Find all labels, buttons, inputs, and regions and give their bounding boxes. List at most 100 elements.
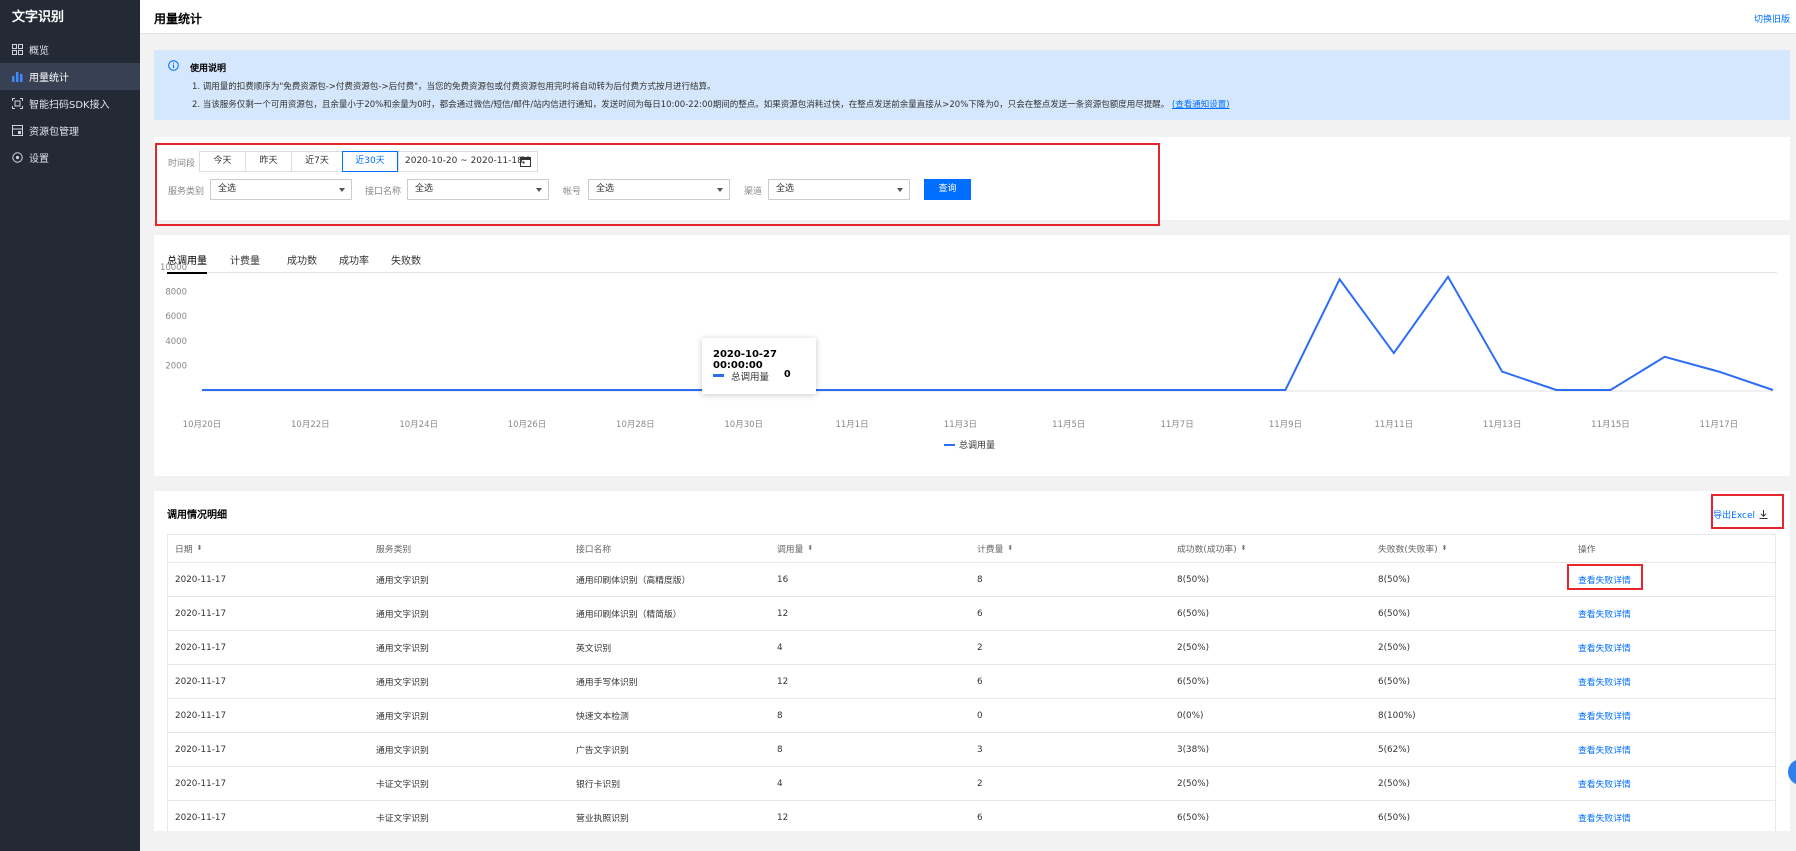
sidebar-item-overview[interactable]: 概览 [0, 36, 140, 63]
x-tick-label: 11月5日 [1052, 420, 1085, 430]
sort-icon[interactable]: ⬍ [807, 545, 813, 552]
tooltip-series-name: 总调用量 [731, 372, 770, 383]
table-cell: 快速文本检测 [576, 712, 629, 722]
sidebar-item-settings[interactable]: 设置 [0, 144, 140, 171]
app-name: 文字识别 [12, 10, 65, 25]
sidebar-item-sdk[interactable]: 智能扫码SDK接入 [0, 90, 140, 117]
table-cell: 8 [777, 710, 783, 721]
table-cell: 0(0%) [1177, 710, 1204, 721]
table-cell: 12 [777, 676, 789, 687]
x-tick-label: 11月11日 [1374, 420, 1413, 430]
sidebar-item-label: 智能扫码SDK接入 [29, 100, 110, 111]
bar-chart-icon [12, 71, 23, 82]
table-cell: 通用文字识别 [376, 678, 429, 688]
notice-title: 使用说明 [190, 64, 227, 74]
y-tick-label: 6000 [165, 312, 187, 322]
view-failure-details-link[interactable]: 查看失败详情 [1578, 699, 1631, 732]
column-header-label: 调用量 [777, 545, 804, 555]
sidebar-item-usage-stats[interactable]: 用量统计 [0, 63, 140, 90]
table-cell: 12 [777, 608, 789, 619]
view-failure-details-link[interactable]: 查看失败详情 [1578, 733, 1631, 766]
x-tick-label: 10月28日 [616, 420, 655, 430]
legend-label: 总调用量 [959, 441, 996, 451]
table-cell: 通用印刷体识别（高精度版） [576, 576, 691, 586]
settings-icon [12, 152, 23, 163]
column-header: 操作 [1578, 535, 1596, 562]
table-cell: 2(50%) [1177, 642, 1210, 653]
package-icon [12, 125, 23, 136]
table-cell: 0 [977, 710, 983, 721]
chart-legend[interactable]: 总调用量 [944, 438, 995, 451]
x-tick-label: 11月15日 [1591, 420, 1630, 430]
column-header-label: 计费量 [977, 545, 1004, 555]
table-cell: 4 [777, 642, 783, 653]
column-header[interactable]: 成功数(成功率) ⬍ [1177, 535, 1247, 562]
sort-icon[interactable]: ⬍ [1442, 545, 1448, 552]
table-cell: 2020-11-17 [175, 710, 227, 721]
view-failure-details-link[interactable]: 查看失败详情 [1578, 767, 1631, 800]
table-cell: 2(50%) [1177, 778, 1210, 789]
sidebar-item-packages[interactable]: 资源包管理 [0, 117, 140, 144]
grid-icon [12, 44, 23, 55]
x-tick-label: 10月26日 [508, 420, 547, 430]
y-tick-label: 8000 [165, 288, 187, 298]
column-header[interactable]: 日期 ⬍ [175, 535, 202, 562]
switch-old-version-link[interactable]: 切换旧版 [1754, 12, 1790, 25]
x-tick-label: 11月17日 [1700, 420, 1739, 430]
table-cell: 6 [977, 608, 983, 619]
table-cell: 6(50%) [1378, 676, 1411, 687]
sort-icon[interactable]: ⬍ [1007, 545, 1013, 552]
y-tick-label: 10000 [160, 263, 187, 273]
table-cell: 卡证文字识别 [376, 814, 429, 824]
view-failure-details-link[interactable]: 查看失败详情 [1578, 631, 1631, 664]
view-failure-details-link[interactable]: 查看失败详情 [1578, 665, 1631, 698]
x-tick-label: 11月3日 [944, 420, 977, 430]
usage-detail-panel: 调用情况明细 导出Excel 日期 ⬍ 服务类别 接口名称 调用量 ⬍ 计费量 ⬍ 成功数(成功… [154, 491, 1790, 831]
column-header[interactable]: 计费量 ⬍ [977, 535, 1013, 562]
view-failure-highlight-box [1567, 564, 1643, 590]
series-line-total-calls [202, 274, 1774, 391]
table-cell: 8(100%) [1378, 710, 1416, 721]
table-cell: 通用文字识别 [376, 712, 429, 722]
sidebar-item-label: 概览 [29, 46, 49, 57]
usage-detail-table: 日期 ⬍ 服务类别 接口名称 调用量 ⬍ 计费量 ⬍ 成功数(成功率) ⬍ 失败数(失败率) ⬍ 操作 2… [167, 534, 1776, 831]
table-cell: 营业执照识别 [576, 814, 629, 824]
sort-icon[interactable]: ⬍ [197, 545, 203, 552]
column-header: 服务类别 [376, 535, 411, 562]
table-cell: 6(50%) [1378, 812, 1411, 823]
table-cell: 12 [777, 812, 789, 823]
usage-notice: 使用说明 1. 调用量的扣费顺序为"免费资源包->付费资源包->后付费"，当您的… [154, 50, 1790, 120]
column-header[interactable]: 调用量 ⬍ [777, 535, 813, 562]
table-cell: 2(50%) [1378, 642, 1411, 653]
table-cell: 2020-11-17 [175, 778, 227, 789]
table-cell: 通用文字识别 [376, 576, 429, 586]
table-cell: 4 [777, 778, 783, 789]
tooltip-time: 2020-10-27 00:00:00 [713, 349, 777, 371]
legend-swatch [944, 443, 955, 446]
notification-settings-link[interactable]: (查看通知设置) [1172, 100, 1230, 110]
table-cell: 2020-11-17 [175, 812, 227, 823]
table-cell: 8 [977, 574, 983, 585]
table-cell: 银行卡识别 [576, 780, 620, 790]
notice-line-2-text: 2. 当该服务仅剩一个可用资源包，且余量小于20%和余量为0时，都会通过微信/短… [192, 100, 1170, 110]
view-failure-details-link[interactable]: 查看失败详情 [1578, 597, 1631, 630]
column-header-label: 成功数(成功率) [1177, 545, 1237, 555]
time-option-30days[interactable]: 近30天 [342, 151, 398, 172]
sidebar-item-label: 资源包管理 [29, 127, 79, 138]
x-tick-label: 11月1日 [835, 420, 868, 430]
table-row: 2020-11-17 通用文字识别 快速文本检测 8 0 0(0%) 8(100%) 查看失败… [167, 699, 1776, 733]
table-row: 2020-11-17 通用文字识别 通用印刷体识别（精简版） 12 6 6(50%) 6(5… [167, 597, 1776, 631]
column-header[interactable]: 失败数(失败率) ⬍ [1378, 535, 1448, 562]
table-row: 2020-11-17 卡证文字识别 营业执照识别 12 6 6(50%) 6(50%) 查看失… [167, 801, 1776, 831]
table-cell: 2020-11-17 [175, 676, 227, 687]
y-tick-label: 2000 [165, 361, 187, 371]
tooltip-series-swatch [713, 374, 724, 377]
table-row: 2020-11-17 通用文字识别 广告文字识别 8 3 3(38%) 5(62%) 查看失败… [167, 733, 1776, 767]
table-cell: 通用文字识别 [376, 610, 429, 620]
table-cell: 8(50%) [1378, 574, 1411, 585]
table-cell: 2020-11-17 [175, 642, 227, 653]
view-failure-details-link[interactable]: 查看失败详情 [1578, 801, 1631, 831]
sort-icon[interactable]: ⬍ [1241, 545, 1247, 552]
table-row: 2020-11-17 通用文字识别 通用手写体识别 12 6 6(50%) 6(50%) 查看… [167, 665, 1776, 699]
notice-line-1: 1. 调用量的扣费顺序为"免费资源包->付费资源包->后付费"，当您的免费资源包… [192, 82, 716, 92]
